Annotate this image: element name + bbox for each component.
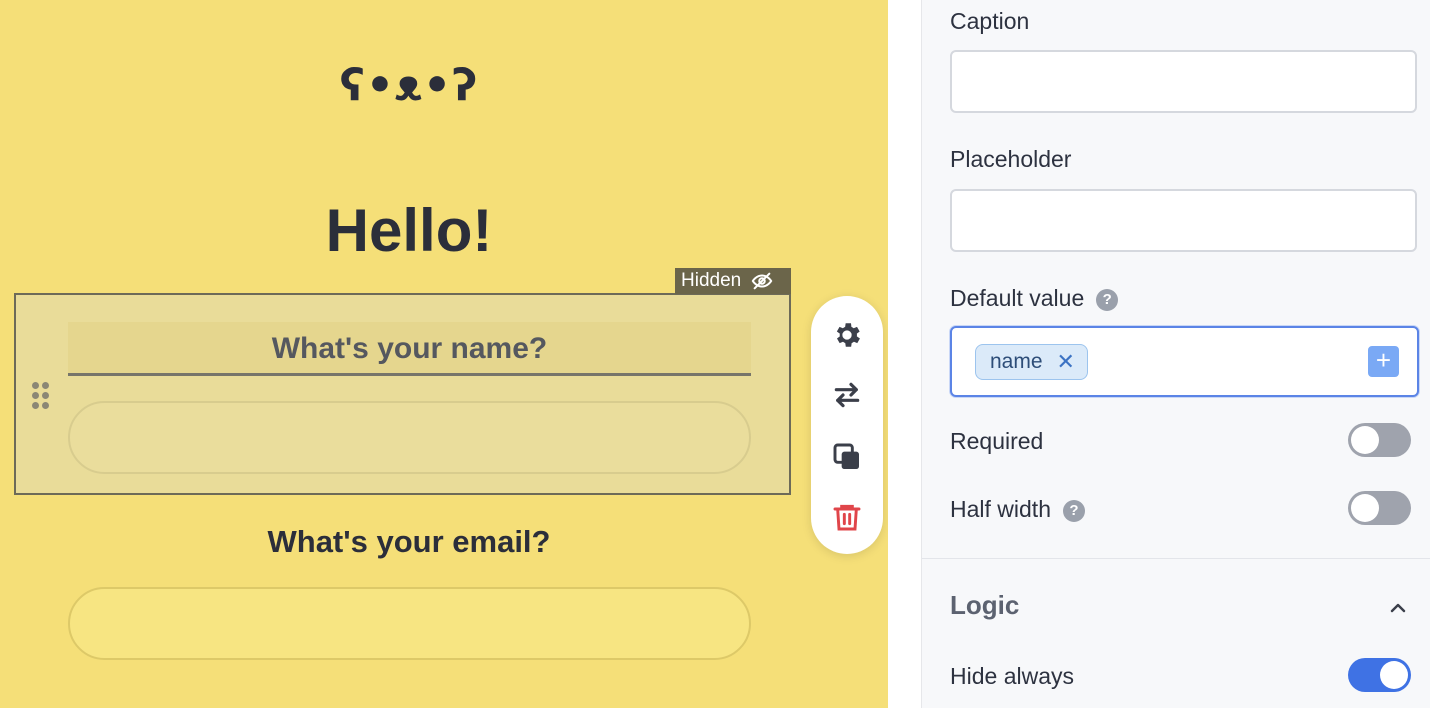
logo: ʕ•ᴥ•ʔ [339, 60, 479, 111]
hide-always-label: Hide always [950, 663, 1074, 689]
caption-field[interactable] [950, 50, 1417, 113]
delete-button[interactable] [829, 499, 865, 535]
placeholder-field[interactable] [950, 189, 1417, 252]
block-toolbar [811, 296, 883, 554]
drag-handle-icon[interactable] [30, 381, 52, 411]
panel-gutter [888, 0, 922, 708]
swap-icon [834, 382, 860, 408]
toggle-knob [1351, 426, 1379, 454]
add-variable-button[interactable]: + [1368, 346, 1399, 377]
chevron-up-icon[interactable] [1386, 596, 1410, 620]
remove-tag-icon[interactable]: ✕ [1057, 349, 1075, 375]
settings-button[interactable] [829, 317, 865, 353]
default-value-label-text: Default value [950, 285, 1085, 311]
required-label: Required [950, 428, 1044, 454]
placeholder-label: Placeholder [950, 146, 1072, 172]
half-width-label: Half width? [950, 496, 1085, 523]
change-type-button[interactable] [829, 377, 865, 413]
divider [922, 558, 1430, 559]
gear-icon [836, 323, 860, 347]
form-canvas: ʕ•ᴥ•ʔ Hello! Hidden What's your name? Wh… [0, 0, 888, 708]
variable-tag-label: name [990, 350, 1043, 373]
default-value-field[interactable]: name ✕ + [950, 326, 1419, 397]
help-icon[interactable]: ? [1062, 500, 1085, 522]
page-heading: Hello! [325, 197, 493, 264]
email-input[interactable] [68, 587, 751, 660]
name-question-label[interactable]: What's your name? [68, 322, 751, 376]
trash-icon [833, 504, 861, 531]
duplicate-icon [833, 443, 859, 469]
name-input[interactable] [68, 401, 751, 474]
half-width-label-text: Half width [950, 496, 1051, 522]
duplicate-button[interactable] [829, 439, 865, 475]
hidden-badge-label: Hidden [681, 270, 742, 291]
logic-section-title[interactable]: Logic [950, 590, 1019, 621]
toggle-knob [1380, 661, 1408, 689]
hide-always-toggle[interactable] [1348, 658, 1411, 692]
hidden-badge: Hidden [675, 268, 791, 294]
half-width-toggle[interactable] [1348, 491, 1411, 525]
email-question-label[interactable]: What's your email? [0, 524, 818, 560]
caption-label: Caption [950, 8, 1030, 34]
settings-panel: Caption Placeholder Default value? name … [888, 0, 1430, 708]
toggle-knob [1351, 494, 1379, 522]
default-value-label: Default value? [950, 285, 1119, 312]
help-icon[interactable]: ? [1096, 289, 1119, 311]
eye-off-icon [751, 272, 773, 290]
variable-tag[interactable]: name ✕ [975, 344, 1088, 380]
required-toggle[interactable] [1348, 423, 1411, 457]
